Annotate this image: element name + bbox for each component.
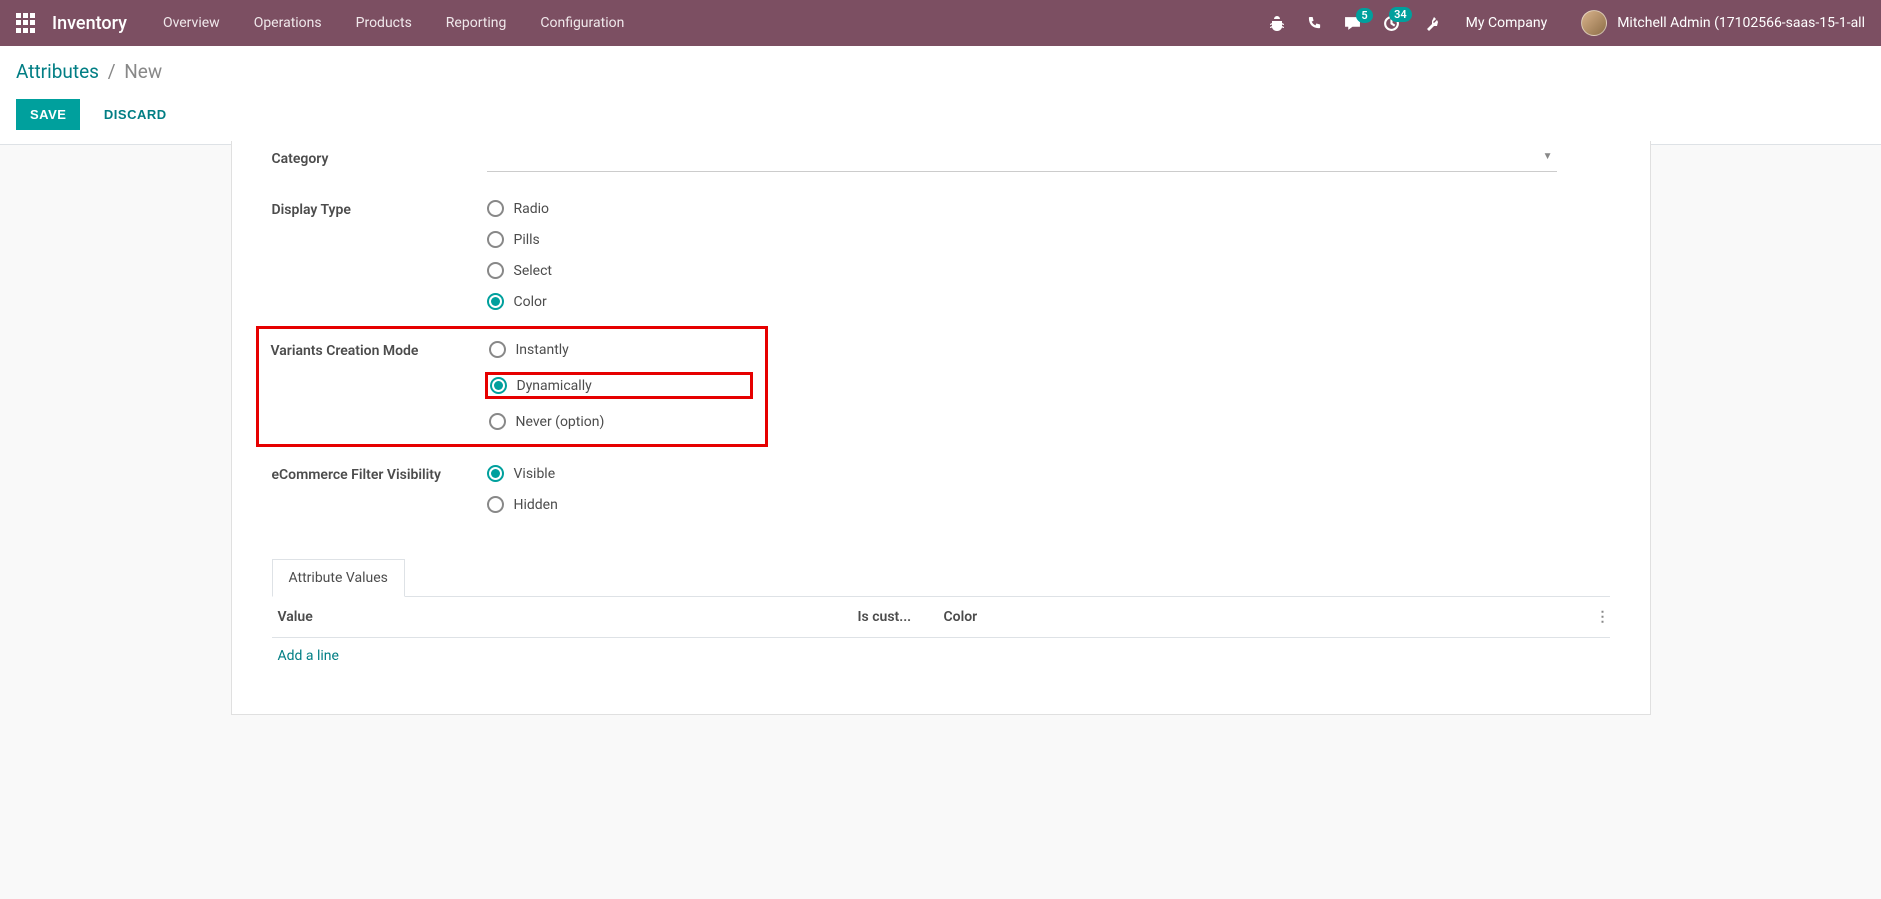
discard-button[interactable]: DISCARD — [90, 99, 181, 130]
radio-label: Pills — [514, 232, 540, 248]
menu-operations[interactable]: Operations — [254, 15, 322, 31]
display-type-radio[interactable]: Radio — [487, 200, 1610, 217]
systray: 5 34 My Company Mitchell Admin (17102566… — [1269, 10, 1865, 36]
vcm-dynamically-highlight: Dynamically — [485, 372, 753, 399]
menu-configuration[interactable]: Configuration — [540, 15, 624, 31]
col-color: Color — [944, 609, 1584, 625]
col-is-custom: Is cust... — [858, 609, 944, 625]
radio-label: Visible — [514, 466, 556, 482]
menu-products[interactable]: Products — [356, 15, 412, 31]
tab-attribute-values[interactable]: Attribute Values — [272, 559, 405, 597]
radio-icon — [487, 465, 504, 482]
radio-label: Hidden — [514, 497, 558, 513]
radio-label: Dynamically — [517, 378, 592, 394]
efv-label: eCommerce Filter Visibility — [272, 463, 487, 483]
activity-badge: 34 — [1389, 7, 1412, 22]
vcm-never[interactable]: Never (option) — [489, 413, 753, 430]
radio-label: Radio — [514, 201, 550, 217]
radio-icon — [487, 293, 504, 310]
breadcrumb: Attributes / New — [16, 60, 1865, 83]
action-bar: SAVE DISCARD — [0, 89, 1881, 145]
vcm-group: Instantly Dynamically Never (option) — [489, 339, 753, 430]
table-header: Value Is cust... Color ⋮ — [272, 597, 1610, 638]
radio-label: Instantly — [516, 342, 569, 358]
menu-reporting[interactable]: Reporting — [446, 15, 507, 31]
user-menu[interactable]: Mitchell Admin (17102566-saas-15-1-all — [1581, 10, 1865, 36]
efv-group: Visible Hidden — [487, 463, 1610, 513]
vcm-instantly[interactable]: Instantly — [489, 341, 753, 358]
breadcrumb-sep: / — [108, 60, 116, 83]
apps-icon[interactable] — [16, 13, 36, 33]
display-type-color[interactable]: Color — [487, 293, 1610, 310]
radio-icon — [487, 200, 504, 217]
category-input[interactable] — [487, 147, 1557, 172]
radio-icon — [487, 496, 504, 513]
tabs: Attribute Values — [272, 559, 1610, 597]
radio-icon — [490, 377, 507, 394]
form-sheet: Category ▼ Display Type Radio — [231, 141, 1651, 715]
radio-icon — [487, 231, 504, 248]
display-type-group: Radio Pills Select Color — [487, 198, 1610, 310]
company-switcher[interactable]: My Company — [1466, 15, 1548, 31]
display-type-select[interactable]: Select — [487, 262, 1610, 279]
vcm-label: Variants Creation Mode — [271, 339, 489, 359]
display-type-pills[interactable]: Pills — [487, 231, 1610, 248]
radio-icon — [489, 341, 506, 358]
add-line[interactable]: Add a line — [272, 638, 1610, 674]
breadcrumb-bar: Attributes / New — [0, 46, 1881, 89]
radio-label: Never (option) — [516, 414, 605, 430]
chevron-down-icon[interactable]: ▼ — [1543, 151, 1553, 162]
tools-icon[interactable] — [1422, 15, 1438, 31]
breadcrumb-root[interactable]: Attributes — [16, 60, 99, 83]
vcm-dynamically[interactable]: Dynamically — [490, 377, 742, 394]
kebab-icon[interactable]: ⋮ — [1584, 609, 1610, 625]
efv-hidden[interactable]: Hidden — [487, 496, 1610, 513]
app-brand[interactable]: Inventory — [52, 13, 127, 34]
category-label: Category — [272, 147, 487, 167]
radio-icon — [489, 413, 506, 430]
radio-label: Color — [514, 294, 547, 310]
phone-icon[interactable] — [1307, 16, 1322, 31]
avatar — [1581, 10, 1607, 36]
bug-icon[interactable] — [1269, 15, 1285, 31]
activity-icon[interactable]: 34 — [1383, 15, 1400, 32]
user-name: Mitchell Admin (17102566-saas-15-1-all — [1617, 15, 1865, 31]
messages-badge: 5 — [1356, 8, 1372, 23]
save-button[interactable]: SAVE — [16, 99, 80, 130]
display-type-label: Display Type — [272, 198, 487, 218]
col-value: Value — [272, 609, 858, 625]
messages-icon[interactable]: 5 — [1344, 16, 1361, 31]
efv-visible[interactable]: Visible — [487, 465, 1610, 482]
radio-icon — [487, 262, 504, 279]
main-menu: Overview Operations Products Reporting C… — [163, 15, 1269, 31]
top-navbar: Inventory Overview Operations Products R… — [0, 0, 1881, 46]
menu-overview[interactable]: Overview — [163, 15, 220, 31]
breadcrumb-current: New — [124, 60, 162, 83]
radio-label: Select — [514, 263, 552, 279]
variants-creation-mode-highlight: Variants Creation Mode Instantly Dynamic… — [256, 326, 768, 447]
